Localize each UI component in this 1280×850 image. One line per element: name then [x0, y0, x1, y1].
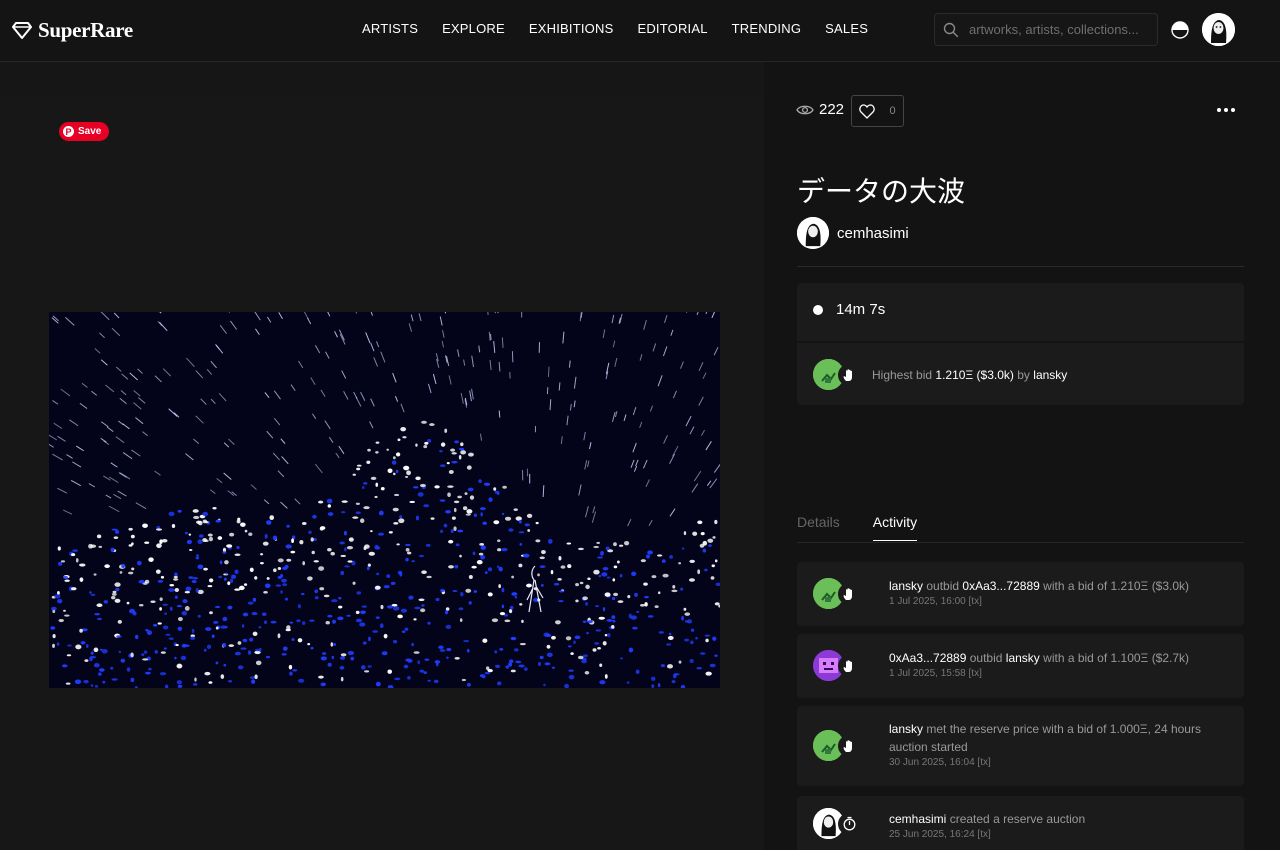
- activity-avatar-group: [813, 578, 860, 609]
- activity-text: lansky outbid 0xAa3...72889 with a bid o…: [889, 577, 1234, 608]
- pinterest-save-button[interactable]: P Save: [59, 122, 110, 141]
- highest-bid-row: Highest bid 1.210Ξ ($3.0k) by lansky: [813, 359, 1067, 390]
- time-left: 14m 7s: [836, 301, 886, 318]
- bid-hand-icon: [838, 363, 860, 386]
- artist-link[interactable]: cemhasimi: [797, 217, 909, 249]
- artist-avatar: [797, 217, 829, 249]
- nav-trending[interactable]: TRENDING: [732, 21, 802, 36]
- tabs-underline: [797, 542, 1244, 543]
- activity-item: lansky outbid 0xAa3...72889 with a bid o…: [797, 562, 1244, 626]
- main-nav: ARTISTS EXPLORE EXHIBITIONS EDITORIAL TR…: [362, 21, 868, 36]
- live-dot-icon: [813, 304, 823, 315]
- activity-rest: with a bid of 1.100Ξ ($2.7k): [1043, 651, 1190, 665]
- highest-bid-amount: 1.210Ξ ($3.0k): [935, 367, 1014, 382]
- dot-icon: [1231, 108, 1235, 112]
- user-avatar[interactable]: [1202, 13, 1235, 46]
- search-box[interactable]: [934, 13, 1158, 46]
- activity-item: cemhasimi created a reserve auction 25 J…: [797, 796, 1244, 850]
- actor-link[interactable]: lansky: [889, 722, 923, 736]
- stopwatch-icon: [838, 812, 860, 835]
- view-count: 222: [796, 101, 844, 118]
- activity-date: 1 Jul 2025, 16:00: [889, 596, 966, 607]
- nav-editorial[interactable]: EDITORIAL: [637, 21, 707, 36]
- actor-link[interactable]: cemhasimi: [889, 812, 946, 826]
- actor-link[interactable]: 0xAa3...72889: [889, 651, 966, 665]
- activity-date-row: 30 Jun 2025, 16:04 [tx]: [889, 756, 1234, 769]
- more-options-button[interactable]: [1214, 100, 1238, 120]
- search-input[interactable]: [969, 22, 1149, 37]
- activity-date-row: 1 Jul 2025, 16:00 [tx]: [889, 595, 1234, 608]
- search-icon: [943, 22, 959, 37]
- artwork-image[interactable]: [49, 312, 720, 688]
- highest-bid-label: Highest bid: [872, 367, 933, 382]
- tx-link[interactable]: [tx]: [969, 596, 982, 607]
- superrare-logo[interactable]: SuperRare: [12, 18, 133, 43]
- activity-rest: met the reserve price with a bid of 1.00…: [889, 722, 1201, 754]
- activity-text: cemhasimi created a reserve auction 25 J…: [889, 810, 1234, 841]
- logo-text: SuperRare: [38, 18, 133, 42]
- activity-date-row: 25 Jun 2025, 16:24 [tx]: [889, 828, 1234, 841]
- details-tabs: Details Activity: [797, 514, 918, 541]
- nav-artists[interactable]: ARTISTS: [362, 21, 418, 36]
- wave-artwork-graphic: [49, 312, 720, 688]
- highest-bidder-link[interactable]: lansky: [1033, 368, 1067, 382]
- target-link[interactable]: 0xAa3...72889: [962, 579, 1039, 593]
- theme-toggle-icon[interactable]: [1171, 21, 1189, 39]
- tab-activity[interactable]: Activity: [872, 514, 918, 541]
- activity-rest: created a reserve auction: [949, 812, 1086, 826]
- pinterest-icon: P: [63, 126, 74, 137]
- user-avatar-icon: [1202, 13, 1235, 46]
- activity-verb: outbid: [969, 651, 1003, 665]
- view-count-value: 222: [819, 101, 845, 118]
- top-navigation-bar: SuperRare ARTISTS EXPLORE EXHIBITIONS ED…: [0, 0, 1280, 62]
- nav-sales[interactable]: SALES: [825, 21, 868, 36]
- nav-exhibitions[interactable]: EXHIBITIONS: [529, 21, 614, 36]
- activity-item: 0xAa3...72889 outbid lansky with a bid o…: [797, 634, 1244, 698]
- card-divider: [797, 341, 1244, 343]
- like-count: 0: [889, 105, 896, 117]
- bid-hand-icon: [838, 582, 860, 605]
- activity-text: lansky met the reserve price with a bid …: [889, 720, 1234, 769]
- heart-icon: [859, 103, 876, 119]
- activity-date-row: 1 Jul 2025, 15:58 [tx]: [889, 667, 1234, 680]
- tab-details[interactable]: Details: [797, 514, 840, 541]
- dot-icon: [1224, 108, 1228, 112]
- activity-date: 1 Jul 2025, 15:58: [889, 668, 966, 679]
- activity-verb: outbid: [926, 579, 960, 593]
- nav-explore[interactable]: EXPLORE: [442, 21, 505, 36]
- actor-link[interactable]: lansky: [889, 579, 923, 593]
- dot-icon: [1217, 108, 1221, 112]
- activity-avatar-group: [813, 650, 860, 681]
- activity-text: 0xAa3...72889 outbid lansky with a bid o…: [889, 649, 1234, 680]
- artist-avatar-icon: [797, 217, 829, 249]
- activity-item: lansky met the reserve price with a bid …: [797, 706, 1244, 786]
- tx-link[interactable]: [tx]: [977, 757, 990, 768]
- auction-timer: 14m 7s: [813, 301, 885, 318]
- artist-name: cemhasimi: [837, 224, 909, 242]
- activity-rest: with a bid of 1.210Ξ ($3.0k): [1043, 579, 1190, 593]
- highest-bid-by: by: [1017, 367, 1030, 382]
- highest-bid-text: Highest bid 1.210Ξ ($3.0k) by lansky: [872, 368, 1067, 382]
- auction-card: 14m 7s Highest bid 1.210Ξ ($3.0k) by lan…: [797, 283, 1244, 405]
- pinterest-save-label: Save: [78, 126, 102, 137]
- target-link[interactable]: lansky: [1006, 651, 1040, 665]
- activity-avatar-group: [813, 730, 860, 761]
- divider: [797, 266, 1244, 267]
- bid-hand-icon: [838, 734, 860, 757]
- tx-link[interactable]: [tx]: [969, 668, 982, 679]
- tx-link[interactable]: [tx]: [977, 829, 990, 840]
- eye-icon: [796, 105, 814, 114]
- activity-date: 25 Jun 2025, 16:24: [889, 829, 975, 840]
- diamond-logo-icon: [12, 22, 32, 39]
- like-button[interactable]: 0: [851, 95, 904, 127]
- artwork-title: データの大波: [797, 175, 966, 208]
- activity-avatar-group: [813, 808, 860, 839]
- activity-date: 30 Jun 2025, 16:04: [889, 757, 975, 768]
- bid-hand-icon: [838, 654, 860, 677]
